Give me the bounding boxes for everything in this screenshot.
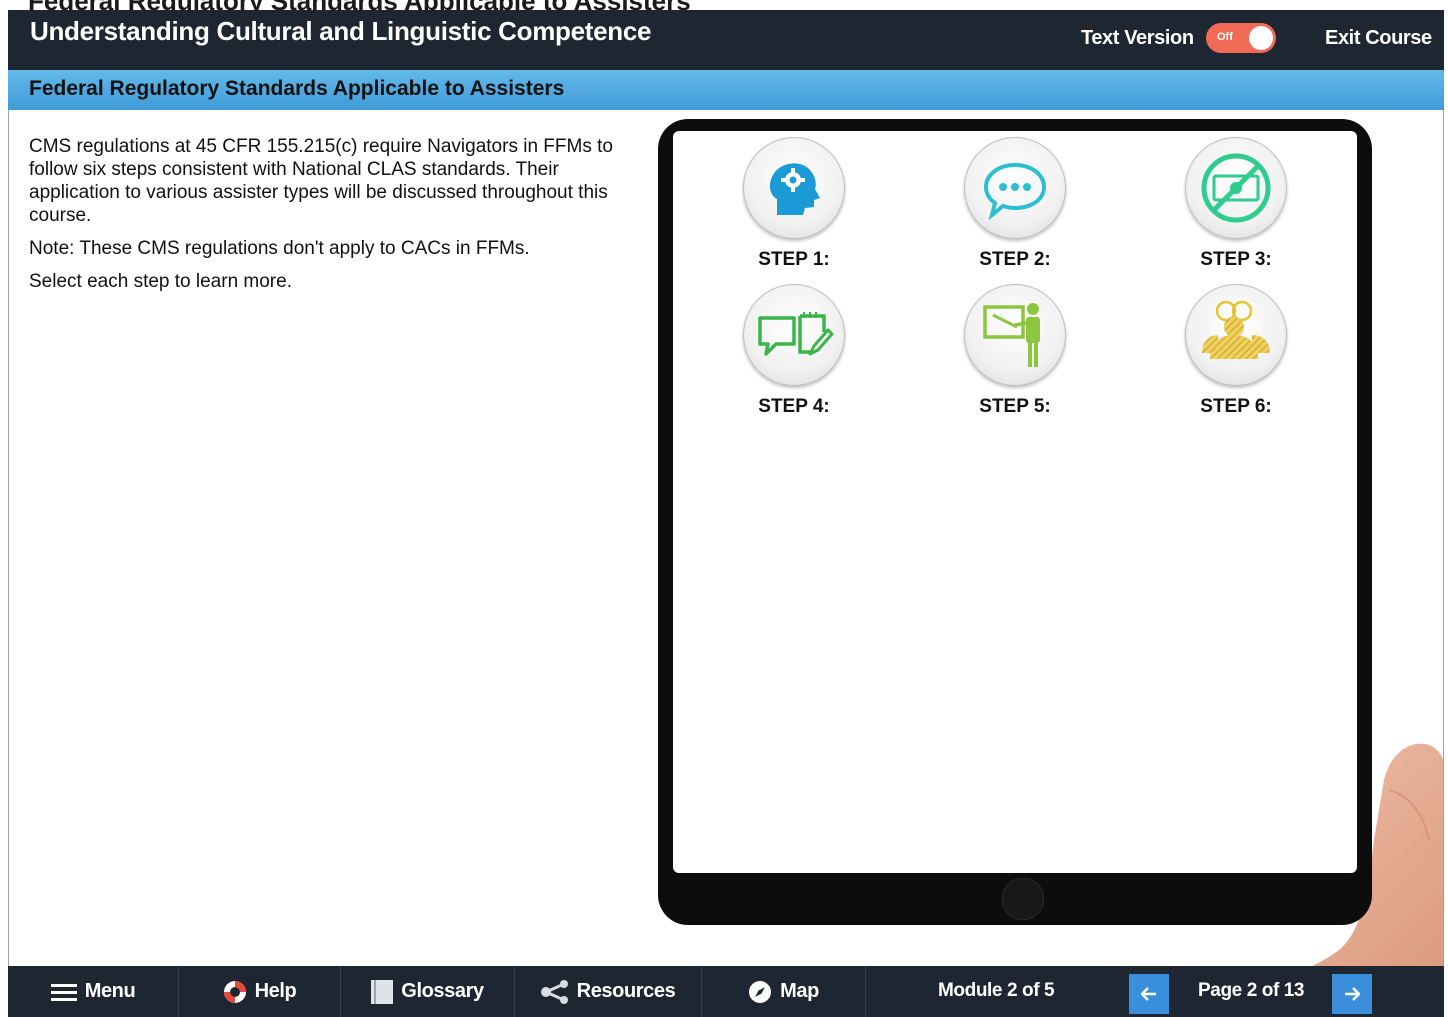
ghost-page-title: Federal Regulatory Standards Applicable … xyxy=(0,0,1448,10)
instructions-text: CMS regulations at 45 CFR 155.215(c) req… xyxy=(29,135,619,303)
exit-course-button[interactable]: Exit Course xyxy=(1325,27,1432,50)
step-5-label: STEP 5: xyxy=(979,396,1051,417)
step-5-circle xyxy=(964,284,1066,386)
menu-label: Menu xyxy=(84,980,136,1002)
people-group-icon xyxy=(1202,300,1270,359)
step-3-button[interactable]: STEP 3: xyxy=(1176,137,1296,271)
speech-notepad-icon xyxy=(758,312,834,356)
step-2-label: STEP 2: xyxy=(979,249,1051,270)
instruction-paragraph: Select each step to learn more. xyxy=(29,271,292,292)
step-2-button[interactable]: STEP 2: xyxy=(955,137,1075,271)
compass-icon xyxy=(749,980,772,1003)
glossary-button[interactable]: Glossary xyxy=(341,966,515,1017)
page-title: Federal Regulatory Standards Applicable … xyxy=(29,77,565,100)
map-label: Map xyxy=(780,980,819,1002)
arrow-right-icon xyxy=(1345,987,1360,1001)
step-4-button[interactable]: STEP 4: xyxy=(734,284,854,418)
head-gear-icon xyxy=(769,163,820,215)
no-money-icon xyxy=(1201,153,1271,223)
top-bar: Understanding Cultural and Linguistic Co… xyxy=(8,10,1444,70)
menu-button[interactable]: Menu xyxy=(8,966,179,1017)
tablet-home-button xyxy=(1002,878,1044,920)
next-page-button[interactable] xyxy=(1332,974,1372,1014)
intro-paragraph: CMS regulations at 45 CFR 155.215(c) req… xyxy=(29,136,613,226)
glossary-label: Glossary xyxy=(401,980,484,1002)
step-2-circle xyxy=(964,137,1066,239)
page-indicator: Page 2 of 13 xyxy=(1198,980,1305,1001)
resources-label: Resources xyxy=(576,980,676,1002)
speech-bubble-icon xyxy=(983,162,1047,221)
hamburger-icon xyxy=(50,983,77,1001)
text-version-toggle[interactable]: Off xyxy=(1206,23,1276,53)
step-6-circle xyxy=(1185,284,1287,386)
page-title-bar: Federal Regulatory Standards Applicable … xyxy=(8,70,1444,110)
arrow-left-icon xyxy=(1141,987,1156,1001)
note-paragraph: Note: These CMS regulations don't apply … xyxy=(29,238,530,259)
step-1-circle xyxy=(743,137,845,239)
teacher-board-icon xyxy=(983,303,1040,367)
map-button[interactable]: Map xyxy=(702,966,866,1017)
toggle-state-label: Off xyxy=(1217,31,1233,43)
step-5-button[interactable]: STEP 5: xyxy=(955,284,1075,418)
course-title: Understanding Cultural and Linguistic Co… xyxy=(30,16,652,46)
step-1-label: STEP 1: xyxy=(758,249,830,270)
resources-button[interactable]: Resources xyxy=(515,966,702,1017)
text-version-label: Text Version xyxy=(1081,27,1194,49)
bottom-nav-bar: Menu Help Glossary Resources Map Module … xyxy=(8,966,1444,1017)
step-3-circle xyxy=(1185,137,1287,239)
help-button[interactable]: Help xyxy=(179,966,341,1017)
content-area: CMS regulations at 45 CFR 155.215(c) req… xyxy=(8,110,1444,966)
step-4-label: STEP 4: xyxy=(758,396,830,417)
help-label: Help xyxy=(254,980,297,1002)
step-4-circle xyxy=(743,284,845,386)
lifebuoy-icon xyxy=(223,980,246,1003)
step-6-button[interactable]: STEP 6: xyxy=(1176,284,1296,418)
module-indicator: Module 2 of 5 xyxy=(938,980,1055,1001)
share-icon xyxy=(540,979,568,1004)
toggle-knob xyxy=(1249,26,1273,50)
book-icon xyxy=(371,979,394,1004)
step-1-button[interactable]: STEP 1: xyxy=(734,137,854,271)
previous-page-button[interactable] xyxy=(1129,974,1169,1014)
step-3-label: STEP 3: xyxy=(1200,249,1272,270)
step-6-label: STEP 6: xyxy=(1200,396,1272,417)
